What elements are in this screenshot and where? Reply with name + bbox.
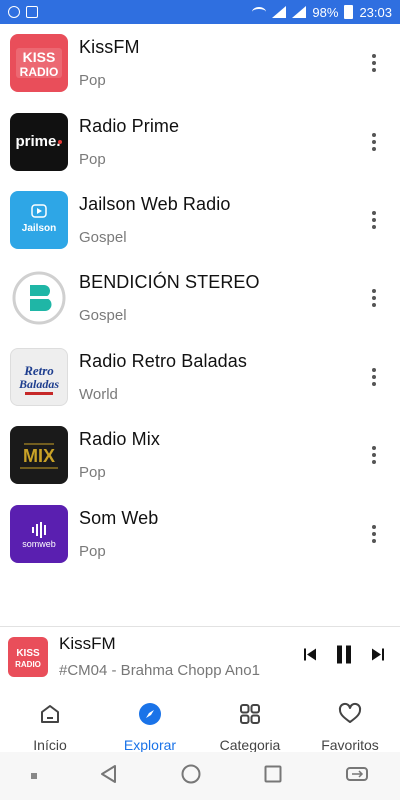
more-options-icon[interactable] bbox=[364, 130, 384, 154]
recents-icon[interactable] bbox=[262, 763, 284, 790]
kissfm-logo: KISS RADIO bbox=[10, 34, 68, 93]
station-name: Radio Prime bbox=[79, 115, 180, 136]
nav-label: Início bbox=[33, 737, 67, 753]
wifi-icon bbox=[252, 7, 267, 17]
station-row[interactable]: prime. Radio Prime Pop bbox=[0, 102, 400, 180]
skip-previous-icon[interactable] bbox=[302, 646, 318, 667]
skip-next-icon[interactable] bbox=[370, 646, 386, 667]
station-row[interactable]: BENDICIÓN STEREO Gospel bbox=[0, 259, 400, 337]
svg-text:Jailson: Jailson bbox=[22, 223, 56, 234]
nav-label: Categoria bbox=[219, 737, 281, 753]
nav-label: Explorar bbox=[123, 737, 177, 753]
station-row[interactable]: Retro Baladas Radio Retro Baladas World bbox=[0, 338, 400, 416]
bottom-navigation: Início Explorar Categoria Favoritos bbox=[0, 698, 400, 753]
now-playing-title: KissFM bbox=[59, 634, 116, 653]
svg-text:Baladas: Baladas bbox=[18, 377, 59, 391]
som-web-logo: somweb bbox=[10, 504, 68, 563]
station-genre: Pop bbox=[79, 542, 106, 560]
svg-text:Retro: Retro bbox=[23, 363, 54, 378]
signal-icon bbox=[272, 6, 287, 18]
jailson-logo: Jailson bbox=[10, 190, 68, 249]
svg-text:MIX: MIX bbox=[23, 446, 55, 466]
signal-icon bbox=[292, 6, 307, 18]
sync-icon bbox=[8, 6, 20, 18]
system-navigation-bar bbox=[0, 752, 400, 800]
station-row[interactable]: KISS RADIO KissFM Pop bbox=[0, 24, 400, 102]
home-circle-icon[interactable] bbox=[180, 763, 202, 790]
station-genre: Pop bbox=[79, 72, 106, 90]
now-playing-logo: KISS RADIO bbox=[8, 636, 48, 677]
station-list: KISS RADIO KissFM Pop prime. Radio Prime… bbox=[0, 24, 400, 573]
station-row[interactable]: Jailson Jailson Web Radio Gospel bbox=[0, 181, 400, 259]
retro-baladas-logo: Retro Baladas bbox=[10, 347, 68, 406]
switch-app-icon[interactable] bbox=[344, 763, 370, 790]
home-icon bbox=[38, 702, 62, 731]
compass-icon bbox=[138, 702, 162, 731]
svg-text:somweb: somweb bbox=[22, 539, 56, 549]
more-options-icon[interactable] bbox=[364, 365, 384, 389]
station-name: Jailson Web Radio bbox=[79, 193, 231, 214]
station-name: KissFM bbox=[79, 37, 140, 58]
bendicion-logo bbox=[10, 269, 68, 328]
station-row[interactable]: somweb Som Web Pop bbox=[0, 494, 400, 572]
station-row[interactable]: MIX Radio Mix Pop bbox=[0, 416, 400, 494]
back-icon[interactable] bbox=[98, 763, 120, 790]
radio-mix-logo: MIX bbox=[10, 426, 68, 485]
more-options-icon[interactable] bbox=[364, 522, 384, 546]
station-genre: Gospel bbox=[79, 307, 127, 325]
battery-icon bbox=[344, 5, 354, 19]
svg-text:RADIO: RADIO bbox=[15, 660, 41, 669]
nav-item-inicio[interactable]: Início bbox=[0, 698, 100, 753]
station-genre: Gospel bbox=[79, 228, 127, 246]
svg-text:prime.: prime. bbox=[15, 133, 60, 150]
nav-item-favoritos[interactable]: Favoritos bbox=[300, 698, 400, 753]
station-name: Radio Retro Baladas bbox=[79, 350, 247, 371]
station-genre: Pop bbox=[79, 464, 106, 482]
station-name: Radio Mix bbox=[79, 429, 160, 450]
more-options-icon[interactable] bbox=[364, 286, 384, 310]
nav-item-categoria[interactable]: Categoria bbox=[200, 698, 300, 753]
clock: 23:03 bbox=[359, 4, 392, 20]
station-name: BENDICIÓN STEREO bbox=[79, 272, 260, 293]
svg-text:KISS: KISS bbox=[16, 648, 40, 659]
svg-text:KISS: KISS bbox=[23, 49, 56, 65]
more-options-icon[interactable] bbox=[364, 443, 384, 467]
nav-item-explorar[interactable]: Explorar bbox=[100, 698, 200, 753]
svg-text:RADIO: RADIO bbox=[20, 65, 59, 79]
grid-icon bbox=[238, 702, 262, 731]
battery-level: 98% bbox=[312, 4, 339, 20]
station-genre: World bbox=[79, 385, 118, 403]
mini-player[interactable]: KISS RADIO KissFM #CM04 - Brahma Chopp A… bbox=[0, 626, 400, 686]
heart-icon bbox=[338, 702, 362, 731]
nav-label: Favoritos bbox=[321, 737, 379, 753]
dot-icon[interactable] bbox=[30, 767, 38, 785]
image-icon bbox=[26, 6, 38, 18]
station-name: Som Web bbox=[79, 507, 159, 528]
more-options-icon[interactable] bbox=[364, 208, 384, 232]
prime-logo: prime. bbox=[10, 112, 68, 171]
pause-icon[interactable] bbox=[334, 644, 354, 669]
more-options-icon[interactable] bbox=[364, 51, 384, 75]
now-playing-track: #CM04 - Brahma Chopp Ano1 bbox=[59, 662, 260, 679]
status-bar: 98% 23:03 bbox=[0, 0, 400, 24]
station-genre: Pop bbox=[79, 150, 106, 168]
